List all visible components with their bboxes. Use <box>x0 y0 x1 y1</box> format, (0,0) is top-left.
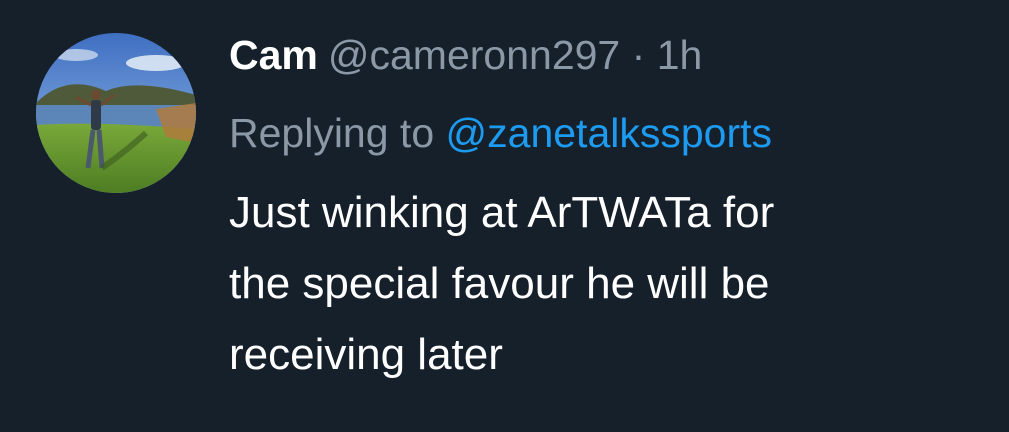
author-handle[interactable]: @cameronn297 <box>328 32 620 78</box>
tweet-header: Cam @cameronn297 · 1h <box>229 29 1004 81</box>
tweet-timestamp[interactable]: 1h <box>657 32 703 78</box>
reply-tweet[interactable]: Cam @cameronn297 · 1h Replying to @zaneta… <box>0 0 1009 432</box>
avatar-photo <box>36 33 196 193</box>
tweet-body-line: the special favour he will be <box>229 259 770 308</box>
avatar[interactable] <box>36 33 196 193</box>
header-separator: · <box>631 32 646 78</box>
tweet-content: Cam @cameronn297 · 1h Replying to @zaneta… <box>229 29 1004 390</box>
tweet-body: Just winking at ArTWATa for the special … <box>229 177 1004 390</box>
author-name[interactable]: Cam <box>229 32 318 78</box>
tweet-body-line: receiving later <box>229 330 503 379</box>
replying-to-label: Replying to <box>229 110 435 156</box>
replying-to-line: Replying to @zanetalkssports <box>229 107 1004 159</box>
replying-to-mention[interactable]: @zanetalkssports <box>446 110 772 156</box>
tweet-body-line: Just winking at ArTWATa for <box>229 188 775 237</box>
